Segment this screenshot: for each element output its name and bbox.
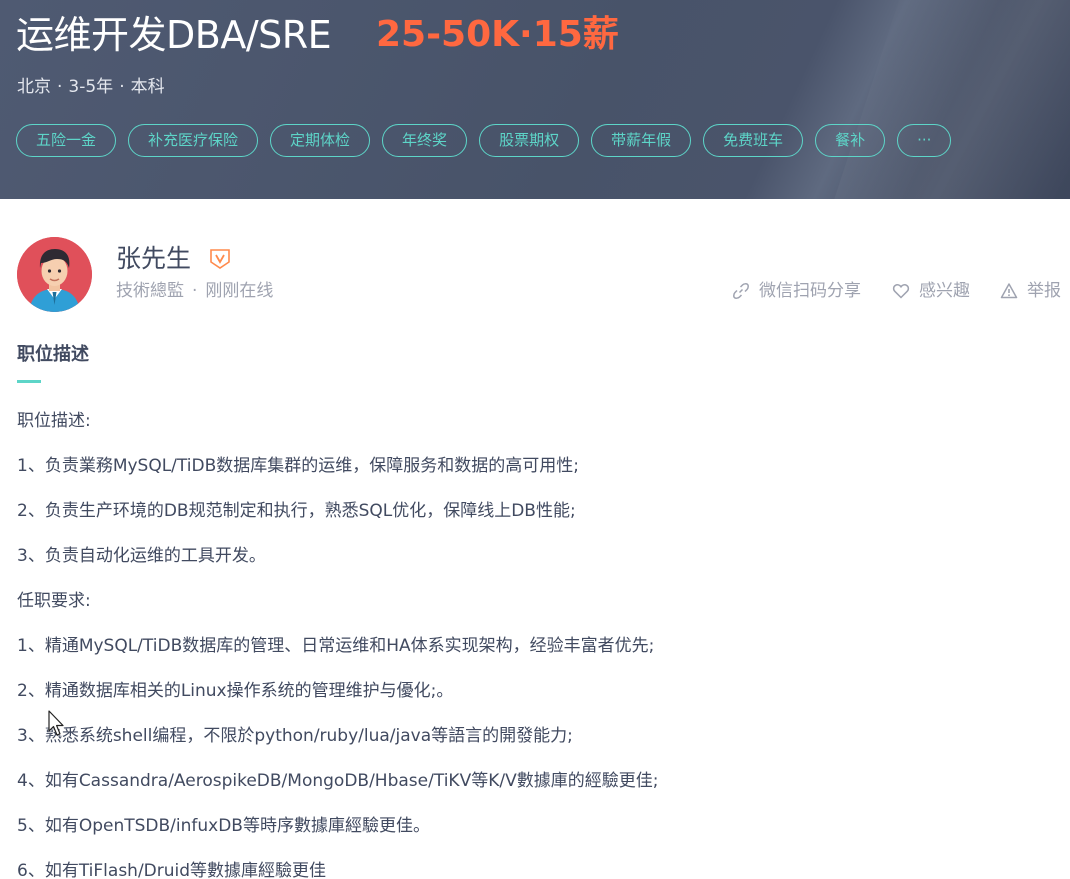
boss-name: 张先生 <box>116 244 192 273</box>
report-button[interactable]: 举报 <box>1000 278 1061 304</box>
share-button[interactable]: 微信扫码分享 <box>732 278 861 304</box>
job-description: 职位描述: 1、负责業務MySQL/TiDB数据库集群的运维，保障服务和数据的高… <box>17 408 1057 879</box>
benefit-tag: 免费班车 <box>703 124 804 157</box>
benefit-tag: 五险一金 <box>16 124 117 157</box>
description-line: 6、如有TiFlash/Druid等數據庫經驗更佳 <box>17 861 327 879</box>
boss-subtitle: 技術總監 · 刚刚在线 <box>116 278 273 304</box>
header-sheen <box>830 0 1070 199</box>
benefit-tag: 带薪年假 <box>591 124 692 157</box>
salary: 25-50K·15薪 <box>376 14 619 55</box>
description-line: 5、如有OpenTSDB/infuxDB等時序數據庫經驗更佳。 <box>17 816 430 836</box>
benefit-tag: 股票期权 <box>479 124 580 157</box>
avatar-illustration <box>17 237 92 312</box>
job-experience: 3-5年 <box>68 77 114 97</box>
verified-badge-icon <box>210 249 230 269</box>
job-header: 运维开发DBA/SRE 25-50K·15薪 北京 · 3-5年 · 本科 五险一金 补… <box>0 0 1070 199</box>
meta-separator: · <box>119 77 125 97</box>
job-degree: 本科 <box>130 77 165 97</box>
job-city: 北京 <box>17 77 51 97</box>
boss-separator: · <box>192 281 198 301</box>
more-benefits-button[interactable]: ··· <box>897 124 952 157</box>
benefit-tag: 年终奖 <box>382 124 468 157</box>
section-underline <box>17 380 41 383</box>
interest-label: 感兴趣 <box>919 281 970 301</box>
description-line: 职位描述: <box>17 411 91 431</box>
description-line: 3、熟悉系统shell编程，不限於python/ruby/lua/java等語言… <box>17 726 573 746</box>
benefit-tag: 定期体检 <box>270 124 371 157</box>
boss-title: 技術總監 <box>116 281 184 301</box>
heart-icon <box>892 284 910 299</box>
interest-button[interactable]: 感兴趣 <box>892 278 970 304</box>
meta-separator: · <box>57 77 63 97</box>
benefit-tags: 五险一金 补充医疗保险 定期体检 年终奖 股票期权 带薪年假 免费班车 餐补 ·… <box>16 124 952 157</box>
job-meta: 北京 · 3-5年 · 本科 <box>17 74 165 100</box>
section-title: 职位描述 <box>17 344 89 365</box>
avatar[interactable] <box>17 237 92 312</box>
description-line: 1、精通MySQL/TiDB数据库的管理、日常运维和HA体系实现架构，经验丰富者… <box>17 636 655 656</box>
share-label: 微信扫码分享 <box>759 281 861 301</box>
report-label: 举报 <box>1027 281 1061 301</box>
warning-icon <box>1000 283 1018 299</box>
mouse-cursor-icon <box>48 710 64 736</box>
description-line: 1、负责業務MySQL/TiDB数据库集群的运维，保障服务和数据的高可用性; <box>17 456 579 476</box>
description-line: 4、如有Cassandra/AerospikeDB/MongoDB/Hbase/… <box>17 771 659 791</box>
description-line: 2、精通数据库相关的Linux操作系统的管理维护与優化;。 <box>17 681 454 701</box>
boss-online-status: 刚刚在线 <box>205 281 274 301</box>
job-title: 运维开发DBA/SRE <box>16 13 332 57</box>
description-line: 3、负责自动化运维的工具开发。 <box>17 546 266 566</box>
benefit-tag: 餐补 <box>815 124 886 157</box>
description-line: 任职要求: <box>17 591 91 611</box>
benefit-tag: 补充医疗保险 <box>128 124 259 157</box>
link-icon <box>733 283 749 299</box>
description-line: 2、负责生产环境的DB规范制定和执行，熟悉SQL优化，保障线上DB性能; <box>17 501 576 521</box>
